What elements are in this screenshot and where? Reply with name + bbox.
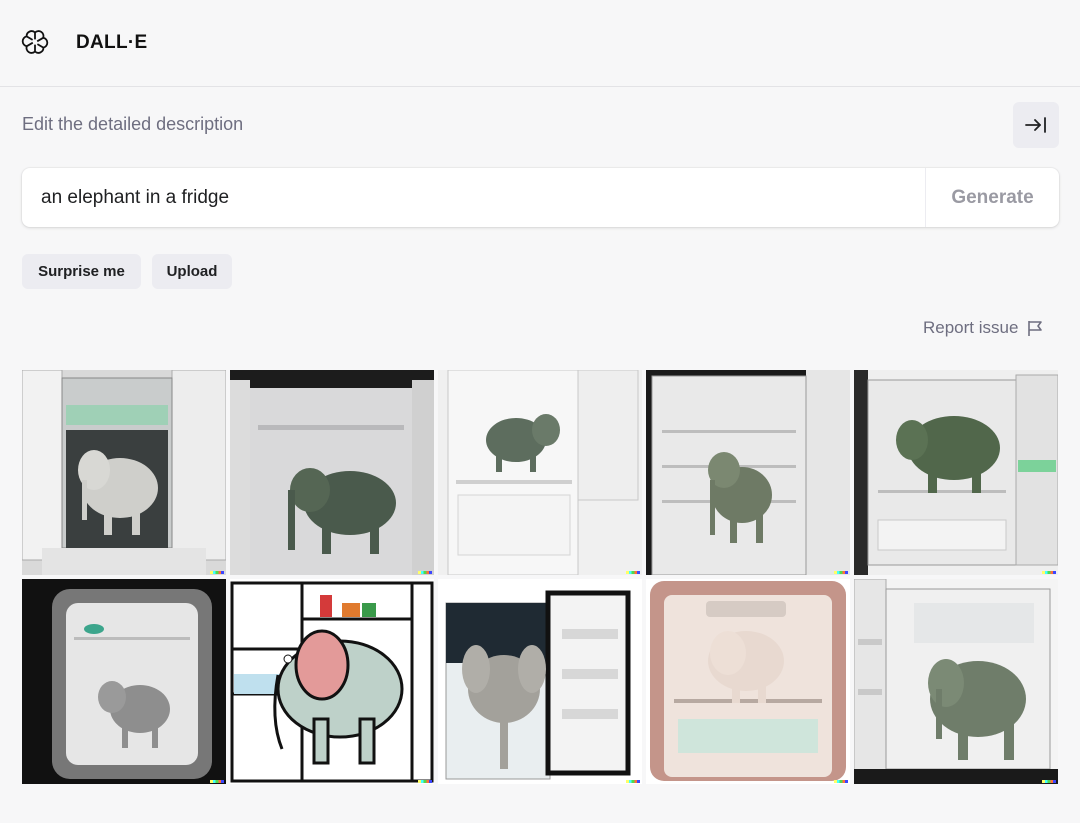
elephant-fridge-image bbox=[438, 370, 642, 575]
dalle-watermark bbox=[418, 780, 432, 783]
elephant-fridge-image bbox=[230, 370, 434, 575]
elephant-fridge-image bbox=[22, 579, 226, 784]
prompt-bar: Generate bbox=[22, 168, 1059, 227]
generate-button[interactable]: Generate bbox=[925, 168, 1059, 227]
dalle-watermark bbox=[210, 780, 224, 783]
dalle-watermark bbox=[1042, 571, 1056, 574]
result-image-7[interactable] bbox=[230, 579, 434, 784]
elephant-fridge-image bbox=[22, 370, 226, 575]
result-image-5[interactable] bbox=[854, 370, 1058, 575]
flag-icon bbox=[1028, 321, 1043, 336]
result-image-8[interactable] bbox=[438, 579, 642, 784]
app-title: DALL·E bbox=[76, 32, 148, 53]
result-image-2[interactable] bbox=[230, 370, 434, 575]
dalle-watermark bbox=[626, 780, 640, 783]
result-image-4[interactable] bbox=[646, 370, 850, 575]
result-image-1[interactable] bbox=[22, 370, 226, 575]
arrow-right-to-bar-icon bbox=[1025, 117, 1046, 133]
dalle-watermark bbox=[418, 571, 432, 574]
elephant-fridge-image bbox=[646, 579, 850, 784]
dalle-watermark bbox=[626, 571, 640, 574]
dalle-watermark bbox=[210, 571, 224, 574]
openai-logo-icon[interactable] bbox=[21, 28, 49, 56]
result-image-3[interactable] bbox=[438, 370, 642, 575]
dalle-watermark bbox=[834, 780, 848, 783]
elephant-fridge-image bbox=[854, 370, 1058, 575]
elephant-fridge-image bbox=[646, 370, 850, 575]
report-issue-label: Report issue bbox=[923, 318, 1019, 337]
upload-button[interactable]: Upload bbox=[152, 254, 232, 289]
top-bar: DALL·E bbox=[0, 0, 1080, 87]
results-grid bbox=[22, 370, 1058, 784]
dalle-watermark bbox=[834, 571, 848, 574]
result-image-6[interactable] bbox=[22, 579, 226, 784]
prompt-input[interactable] bbox=[22, 168, 925, 227]
result-image-9[interactable] bbox=[646, 579, 850, 784]
result-image-10[interactable] bbox=[854, 579, 1058, 784]
collapse-panel-button[interactable] bbox=[1013, 102, 1059, 148]
report-issue-link[interactable]: Report issue bbox=[923, 318, 1044, 338]
surprise-me-button[interactable]: Surprise me bbox=[22, 254, 141, 289]
elephant-fridge-image bbox=[854, 579, 1058, 784]
dalle-watermark bbox=[1042, 780, 1056, 783]
prompt-label: Edit the detailed description bbox=[22, 114, 244, 134]
elephant-fridge-image bbox=[230, 579, 434, 784]
elephant-fridge-image bbox=[438, 579, 642, 784]
